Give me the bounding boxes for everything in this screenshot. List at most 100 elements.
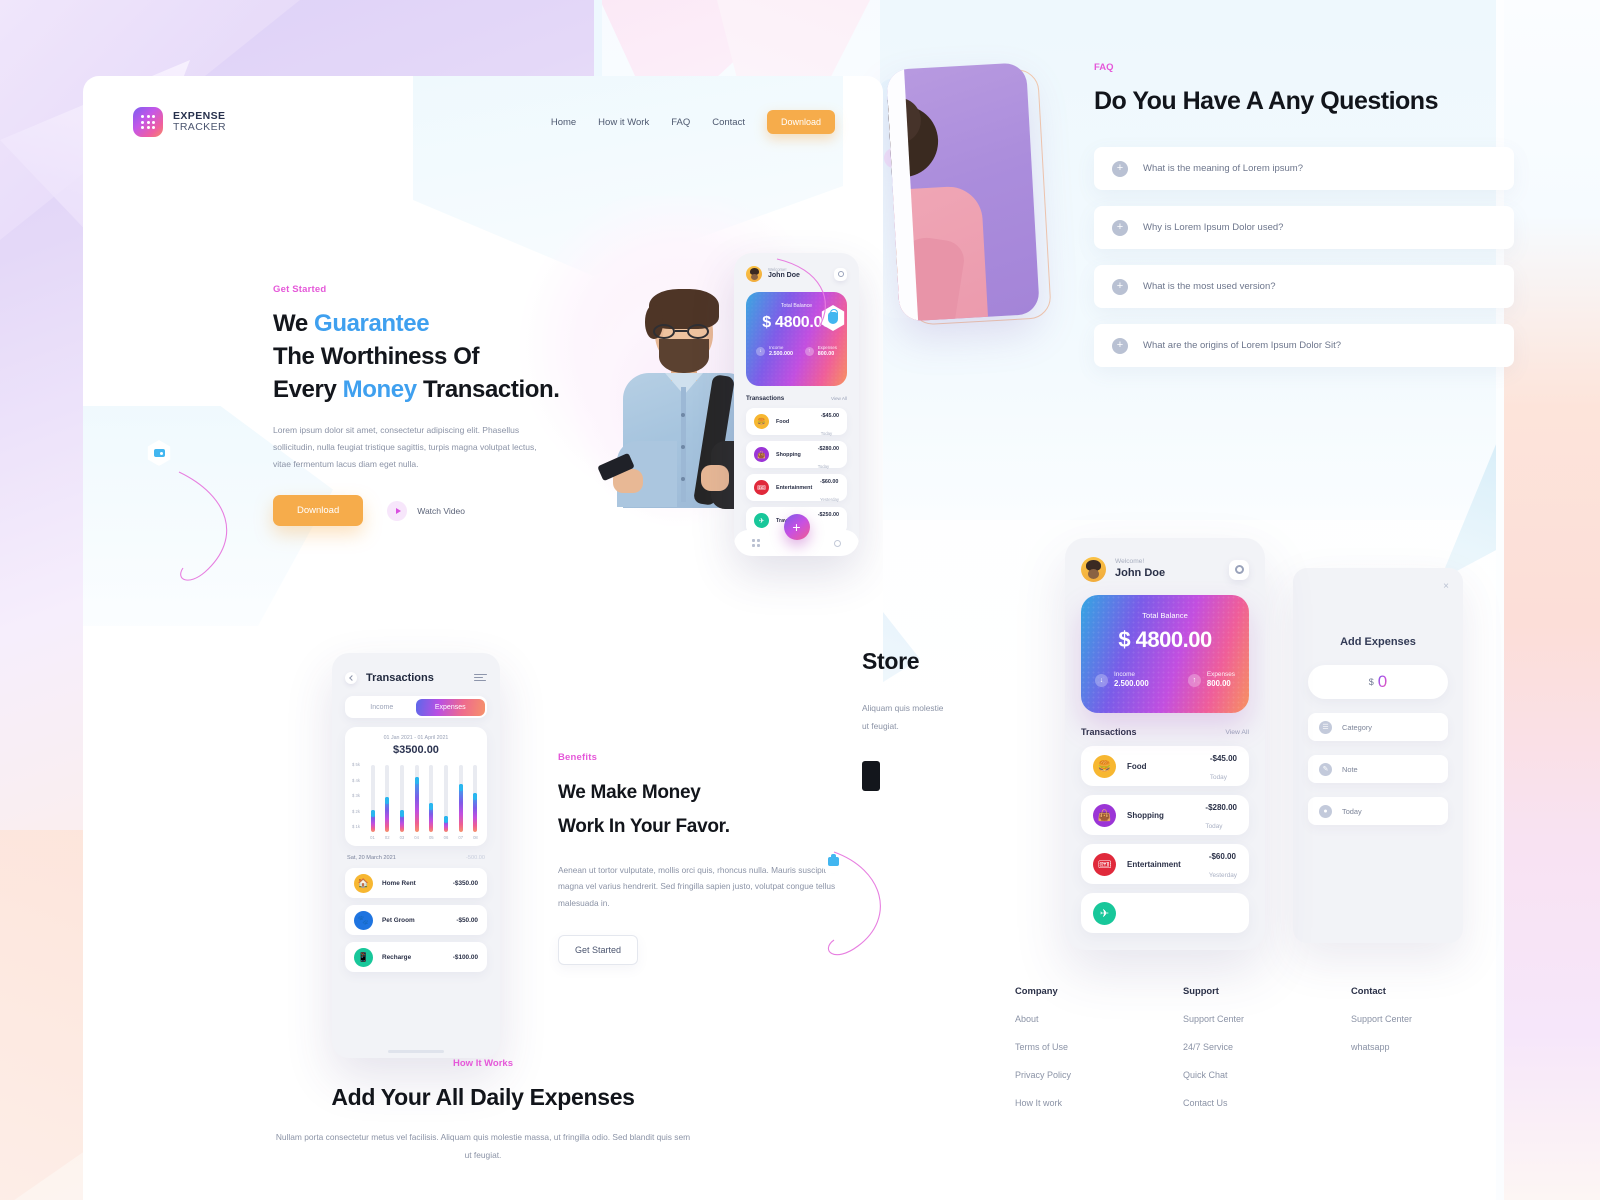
income-label: Income <box>1114 671 1135 678</box>
welcome-label: Welcome! <box>1115 558 1145 566</box>
watch-video-button[interactable]: Watch Video <box>387 500 465 521</box>
chart-bar-column: 03 <box>397 765 406 840</box>
transaction-row[interactable]: 🐾 Pet Groom -$50.00 <box>345 905 487 935</box>
y-tick: $ 2k <box>352 808 360 814</box>
footer-link[interactable]: About <box>1015 1014 1183 1024</box>
arrow-down-icon: ↓ <box>1095 673 1108 687</box>
close-icon[interactable]: × <box>1443 582 1449 592</box>
footer-link[interactable]: Quick Chat <box>1183 1070 1351 1080</box>
transaction-row[interactable]: 🎟 Entertainment -$60.00 Yesterday <box>746 474 847 502</box>
brand-name-line2: TRACKER <box>173 121 226 133</box>
nav-item-contact[interactable]: Contact <box>712 117 745 128</box>
transaction-amount: -$350.00 <box>452 879 478 887</box>
faq-question: What is the meaning of Lorem ipsum? <box>1143 163 1303 174</box>
arrow-up-icon: ↑ <box>1187 673 1201 687</box>
faq-item[interactable]: + Why is Lorem Ipsum Dolor used? <box>1094 206 1514 249</box>
transaction-time: Today <box>817 463 830 469</box>
chart-bar-column: 01 <box>368 765 377 840</box>
chart-bar-track <box>444 765 449 832</box>
settings-icon[interactable] <box>834 539 841 547</box>
benefits-heading: We Make Money Work In Your Favor. <box>558 776 838 844</box>
transactions-app-mockup: Transactions Income Expenses 01 Jan 2021… <box>332 653 500 1058</box>
category-field[interactable]: ☰ Category <box>1308 713 1448 741</box>
footer-link[interactable]: Privacy Policy <box>1015 1070 1183 1080</box>
hero-line3-tail: Transaction. <box>416 376 560 404</box>
chart-bar-cap <box>473 792 478 800</box>
hero-download-button[interactable]: Download <box>273 495 364 527</box>
footer-heading: Company <box>1015 985 1058 996</box>
transaction-name: Shopping <box>776 451 801 458</box>
benefits-line1: We Make Money <box>558 782 701 803</box>
transaction-row[interactable]: 🏠 Home Rent -$350.00 <box>345 868 487 898</box>
transaction-amount: -$45.00 <box>820 412 839 419</box>
amount-value: 0 <box>1377 672 1388 691</box>
chart-bar-cap <box>370 810 375 818</box>
plane-icon: ✈ <box>1093 901 1116 925</box>
chart-bar-cap <box>414 776 419 784</box>
nav-item-how-it-work[interactable]: How it Work <box>598 117 649 128</box>
grid-menu-icon[interactable] <box>752 539 760 547</box>
add-expense-fab[interactable]: + <box>783 514 810 540</box>
chart-bar-track <box>399 765 404 832</box>
chart-x-tick: 04 <box>414 835 419 840</box>
note-field[interactable]: ✎ Note <box>1308 755 1448 783</box>
store-paragraph: Aliquam quis molestie ut feugiat. <box>862 700 1082 735</box>
footer-heading: Contact <box>1351 985 1386 996</box>
faq-question: What is the most used version? <box>1143 281 1276 292</box>
brand-logo[interactable]: EXPENSE TRACKER <box>133 107 226 137</box>
y-tick: $ 4k <box>352 777 360 783</box>
faq-item[interactable]: + What is the most used version? <box>1094 265 1514 308</box>
nav-item-home[interactable]: Home <box>551 117 576 128</box>
footer-link[interactable]: How It work <box>1015 1098 1183 1108</box>
view-all-link[interactable]: View All <box>1225 729 1249 736</box>
nav-download-button[interactable]: Download <box>766 110 835 134</box>
footer-link[interactable]: 24/7 Service <box>1183 1042 1351 1052</box>
back-icon[interactable] <box>345 671 357 684</box>
plus-icon: + <box>1112 278 1128 295</box>
nav-item-faq[interactable]: FAQ <box>671 117 690 128</box>
transaction-row-partial[interactable]: ✈ <box>1081 893 1249 933</box>
view-all-link[interactable]: View All <box>831 396 847 401</box>
footer-link[interactable]: Support Center <box>1351 1014 1412 1024</box>
amount-input[interactable]: $ 0 <box>1308 665 1448 699</box>
benefits-eyebrow: Benefits <box>558 752 598 763</box>
transaction-row[interactable]: 👜 Shopping -$280.00 Today <box>746 441 847 469</box>
transaction-name: Pet Groom <box>382 916 415 924</box>
gear-icon[interactable] <box>1229 559 1249 580</box>
hero-line1-accent: Guarantee <box>314 310 430 337</box>
transaction-row[interactable]: 🎟 Entertainment -$60.00 Yesterday <box>1081 844 1249 884</box>
chart-bar-cap <box>444 815 449 823</box>
footer-link[interactable]: whatsapp <box>1351 1042 1412 1052</box>
hero-heading: We Guarantee The Worthiness Of Every Mon… <box>273 307 563 406</box>
hero-copy: Get Started We Guarantee The Worthiness … <box>273 284 563 527</box>
transaction-amount: -$280.00 <box>1205 803 1237 812</box>
store-section: Store Aliquam quis molestie ut feugiat. <box>862 648 1082 792</box>
tab-income[interactable]: Income <box>348 699 417 716</box>
benefits-get-started-button[interactable]: Get Started <box>558 935 639 966</box>
footer-link[interactable]: Terms of Use <box>1015 1042 1183 1052</box>
filter-icon[interactable] <box>474 671 487 684</box>
footer-link[interactable]: Support Center <box>1183 1014 1351 1024</box>
avatar <box>1081 557 1106 582</box>
transaction-row[interactable]: 👜 Shopping -$280.00 Today <box>1081 795 1249 835</box>
store-badge-button[interactable] <box>862 761 880 792</box>
transaction-row[interactable]: 📱 Recharge -$100.00 <box>345 942 487 972</box>
user-name: John Doe <box>1115 567 1166 580</box>
tab-expenses[interactable]: Expenses <box>416 698 485 716</box>
grid-logo-icon <box>133 107 163 137</box>
expenses-label: Expenses <box>817 345 837 350</box>
date-field[interactable]: ● Today <box>1308 797 1448 825</box>
balance-amount: $ 4800.00 <box>1118 627 1212 652</box>
transaction-amount: -$45.00 <box>1209 754 1237 763</box>
date-label: Today <box>1342 806 1362 816</box>
faq-item[interactable]: + What are the origins of Lorem Ipsum Do… <box>1094 324 1514 367</box>
footer-link[interactable]: Contact Us <box>1183 1098 1351 1108</box>
person-shirt-button <box>681 445 685 449</box>
income-stat: ↓ Income 2.500.000 <box>1095 671 1149 689</box>
currency-symbol: $ <box>1368 677 1374 687</box>
faq-item[interactable]: + What is the meaning of Lorem ipsum? <box>1094 147 1514 190</box>
benefits-line2: Work In Your Favor. <box>558 815 730 837</box>
transaction-row[interactable]: 🍔 Food -$45.00 Today <box>1081 746 1249 786</box>
transaction-row[interactable]: 🍔 Food -$45.00 Today <box>746 408 847 436</box>
how-it-works-eyebrow: How It Works <box>453 1058 513 1069</box>
